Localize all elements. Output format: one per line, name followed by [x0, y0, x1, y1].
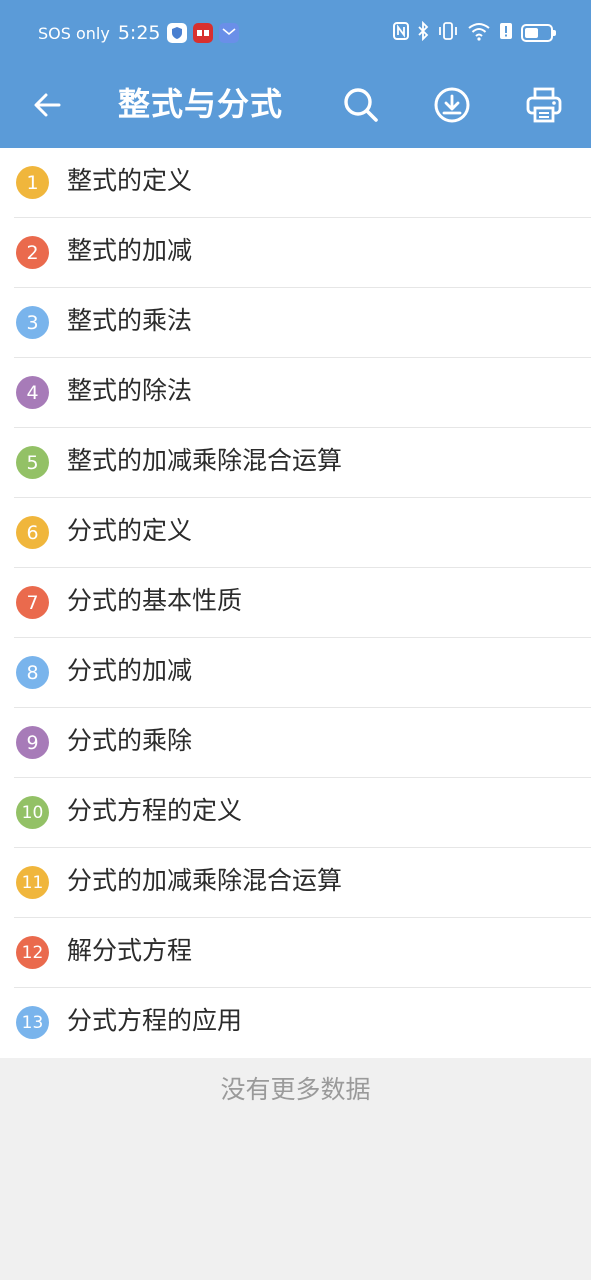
news-app-icon: [192, 23, 213, 43]
item-number-badge: 11: [16, 866, 49, 899]
list-item[interactable]: 13 分式方程的应用: [0, 988, 591, 1058]
item-number-badge: 10: [16, 796, 49, 829]
item-number-badge: 7: [16, 586, 49, 619]
list-item[interactable]: 8 分式的加减: [0, 638, 591, 708]
item-number-badge: 8: [16, 656, 49, 689]
item-number-badge: 6: [16, 516, 49, 549]
list-item[interactable]: 12 解分式方程: [0, 918, 591, 988]
clock: 5:25: [117, 22, 161, 44]
status-left: SOS only 5:25: [38, 22, 239, 44]
item-number-badge: 2: [16, 236, 49, 269]
toolbar: 整式与分式: [0, 66, 591, 148]
status-bar: SOS only 5:25: [0, 0, 591, 66]
item-number-badge: 9: [16, 726, 49, 759]
page-title: 整式与分式: [118, 85, 284, 123]
item-number-badge: 4: [16, 376, 49, 409]
list-item[interactable]: 3 整式的乘法: [0, 288, 591, 358]
list-item[interactable]: 11 分式的加减乘除混合运算: [0, 848, 591, 918]
no-more-data-text: 没有更多数据: [220, 1075, 371, 1104]
item-label: 整式的定义: [67, 166, 193, 195]
list-item[interactable]: 1 整式的定义: [0, 148, 591, 218]
item-label: 分式的基本性质: [67, 586, 243, 615]
download-icon: [433, 86, 471, 128]
vibrate-icon: [437, 21, 459, 45]
item-number-badge: 3: [16, 306, 49, 339]
item-label: 整式的乘法: [67, 306, 193, 335]
print-button[interactable]: [517, 80, 571, 134]
item-label: 分式的乘除: [67, 726, 193, 755]
search-button[interactable]: [334, 80, 388, 134]
list-item[interactable]: 7 分式的基本性质: [0, 568, 591, 638]
list-item[interactable]: 2 整式的加减: [0, 218, 591, 288]
list-item[interactable]: 5 整式的加减乘除混合运算: [0, 428, 591, 498]
list-item[interactable]: 4 整式的除法: [0, 358, 591, 428]
search-icon: [342, 86, 380, 128]
download-button[interactable]: [425, 80, 479, 134]
item-label: 分式的加减乘除混合运算: [67, 866, 343, 895]
item-label: 整式的加减: [67, 236, 193, 265]
mail-app-icon: [218, 23, 239, 43]
item-label: 分式的加减: [67, 656, 193, 685]
item-number-badge: 13: [16, 1006, 49, 1039]
alert-icon: [499, 22, 513, 44]
status-right: [393, 20, 556, 45]
item-label: 分式方程的应用: [67, 1006, 243, 1035]
item-number-badge: 12: [16, 936, 49, 969]
printer-icon: [525, 86, 563, 128]
app-header: SOS only 5:25 整式与分式: [0, 0, 591, 148]
item-number-badge: 5: [16, 446, 49, 479]
item-label: 整式的除法: [67, 376, 193, 405]
battery-fill: [525, 28, 539, 38]
item-label: 分式方程的定义: [67, 796, 243, 825]
bluetooth-icon: [417, 20, 429, 45]
back-button[interactable]: [20, 80, 74, 134]
shield-app-icon: [166, 23, 187, 43]
nfc-icon: [393, 22, 409, 44]
topic-list: 1 整式的定义 2 整式的加减 3 整式的乘法 4 整式的除法 5 整式的加减乘除混合运算 6 分式的…: [0, 148, 591, 1058]
carrier-text: SOS only: [38, 23, 110, 43]
item-label: 解分式方程: [67, 936, 193, 965]
battery-icon: [521, 24, 556, 42]
item-number-badge: 1: [16, 166, 49, 199]
item-label: 分式的定义: [67, 516, 193, 545]
list-item[interactable]: 6 分式的定义: [0, 498, 591, 568]
list-item[interactable]: 10 分式方程的定义: [0, 778, 591, 848]
item-label: 整式的加减乘除混合运算: [67, 446, 343, 475]
arrow-left-icon: [32, 90, 62, 124]
list-item[interactable]: 9 分式的乘除: [0, 708, 591, 778]
wifi-icon: [467, 21, 491, 45]
